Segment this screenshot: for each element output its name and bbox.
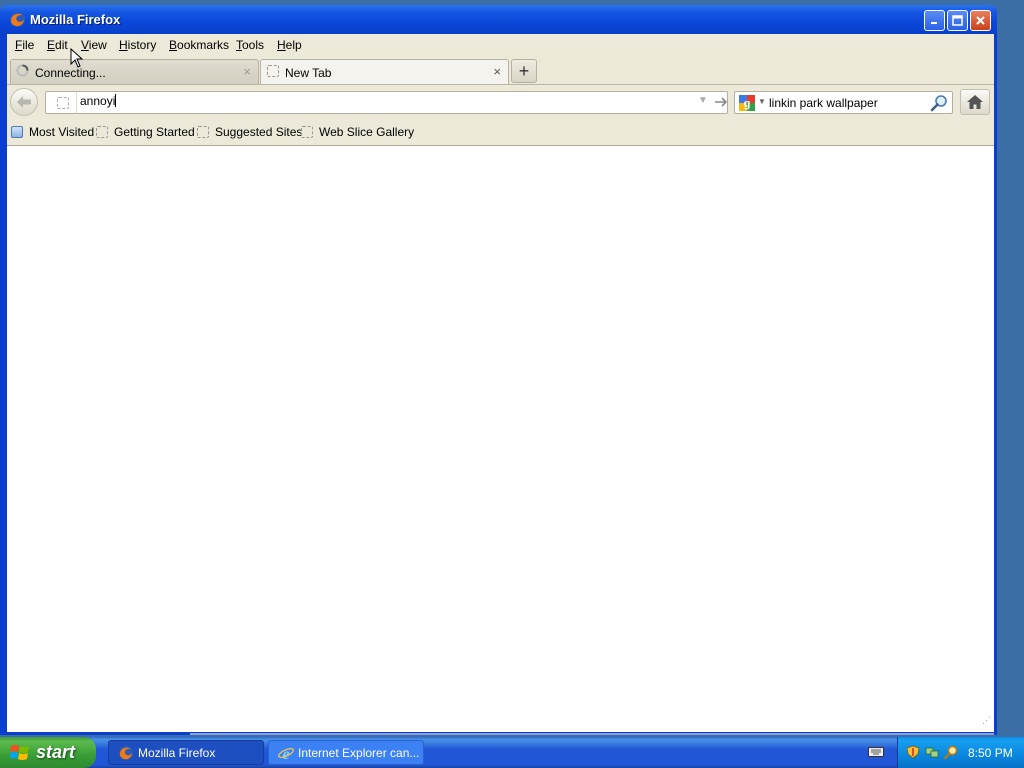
- system-tray: 8:50 PM: [897, 737, 1024, 768]
- url-input[interactable]: annoyi: [80, 94, 660, 111]
- bookmark-label: Getting Started: [114, 125, 195, 139]
- taskbar-item-label: Mozilla Firefox: [138, 745, 216, 760]
- browser-client-area: File Edit View History Bookmarks Tools H…: [7, 34, 994, 732]
- site-identity-button[interactable]: [50, 92, 77, 113]
- tab-label: Connecting...: [35, 66, 106, 80]
- tab-label: New Tab: [285, 66, 332, 80]
- menu-edit[interactable]: Edit: [47, 38, 68, 52]
- bookmarks-toolbar: Most Visited Getting Started Suggested S…: [7, 119, 994, 146]
- close-window-button[interactable]: [970, 10, 991, 31]
- menu-bar: File Edit View History Bookmarks Tools H…: [7, 34, 994, 56]
- bookmark-label: Suggested Sites: [215, 125, 303, 139]
- url-bar[interactable]: annoyi ▼: [45, 91, 728, 114]
- window-title: Mozilla Firefox: [30, 12, 121, 27]
- blank-page-icon: [96, 126, 108, 138]
- start-label: start: [36, 742, 76, 762]
- close-icon: [976, 16, 985, 25]
- horizontal-scroll-indicator: [190, 733, 994, 735]
- navigation-toolbar: annoyi ▼ g ▼ linkin park wallpaper: [7, 85, 994, 119]
- firefox-icon: [119, 745, 133, 760]
- bookmark-getting-started[interactable]: Getting Started: [96, 125, 195, 139]
- taskbar-item-label: Internet Explorer can...: [298, 745, 420, 760]
- back-arrow-icon: [17, 96, 31, 108]
- resize-grip-icon[interactable]: ⋰: [982, 715, 991, 726]
- keyboard-icon[interactable]: [868, 746, 884, 758]
- menu-history[interactable]: History: [119, 38, 156, 52]
- title-bar[interactable]: Mozilla Firefox: [0, 5, 997, 35]
- engine-dropdown-icon[interactable]: ▼: [758, 97, 766, 106]
- tab-close-button[interactable]: ×: [493, 64, 501, 79]
- bookmark-label: Most Visited: [29, 125, 95, 139]
- tab-connecting[interactable]: Connecting... ×: [10, 59, 259, 84]
- network-icon[interactable]: [925, 745, 939, 759]
- maximize-button[interactable]: [947, 10, 968, 31]
- loading-spinner-icon: [16, 64, 29, 77]
- clock: 8:50 PM: [968, 746, 1013, 760]
- site-identity-icon: [57, 96, 69, 109]
- firefox-window: Mozilla Firefox File Edit View History B…: [0, 5, 997, 735]
- minimize-icon: [931, 22, 937, 24]
- search-bar[interactable]: g ▼ linkin park wallpaper: [734, 91, 953, 114]
- new-tab-symbol: +: [518, 60, 530, 81]
- new-tab-button[interactable]: +: [511, 59, 537, 83]
- ie-icon: e: [278, 746, 294, 761]
- shield-icon[interactable]: [906, 745, 920, 759]
- text-caret: [115, 94, 117, 107]
- menu-file[interactable]: File: [15, 38, 34, 52]
- start-button[interactable]: start: [0, 737, 96, 768]
- windows-flag-icon: [10, 744, 29, 760]
- bookmark-web-slice-gallery[interactable]: Web Slice Gallery: [301, 125, 414, 139]
- home-icon: [967, 95, 983, 109]
- maximize-icon: [952, 15, 963, 26]
- magnifier-icon[interactable]: [930, 94, 948, 112]
- blank-page-icon: [197, 126, 209, 138]
- go-arrow-icon[interactable]: [714, 96, 728, 108]
- google-icon[interactable]: g: [739, 95, 755, 111]
- back-button[interactable]: [10, 88, 38, 116]
- menu-tools[interactable]: Tools: [236, 38, 264, 52]
- menu-help[interactable]: Help: [277, 38, 302, 52]
- search-tray-icon[interactable]: [944, 745, 958, 759]
- tab-new-tab[interactable]: New Tab ×: [260, 59, 509, 84]
- taskbar: start Mozilla Firefox e Internet Explore…: [0, 737, 1024, 768]
- blank-page-icon: [301, 126, 313, 138]
- tab-strip: Connecting... × New Tab × +: [7, 56, 994, 85]
- page-content[interactable]: [7, 146, 994, 732]
- dropdown-arrow-icon[interactable]: ▼: [698, 95, 708, 106]
- bookmark-label: Web Slice Gallery: [319, 125, 415, 139]
- firefox-icon: [10, 12, 25, 27]
- url-text: annoyi: [80, 94, 116, 108]
- menu-view[interactable]: View: [81, 38, 107, 52]
- menu-bookmarks[interactable]: Bookmarks: [169, 38, 229, 52]
- bookmark-most-visited[interactable]: Most Visited: [11, 125, 94, 139]
- blank-page-icon: [267, 65, 279, 77]
- search-input[interactable]: linkin park wallpaper: [769, 96, 878, 110]
- tab-close-button[interactable]: ×: [243, 64, 251, 79]
- home-button[interactable]: [960, 89, 990, 115]
- svg-text:g: g: [744, 98, 751, 110]
- taskbar-item-firefox[interactable]: Mozilla Firefox: [108, 740, 264, 765]
- most-visited-icon: [11, 126, 23, 138]
- bookmark-suggested-sites[interactable]: Suggested Sites: [197, 125, 302, 139]
- minimize-button[interactable]: [924, 10, 945, 31]
- taskbar-item-internet-explorer[interactable]: e Internet Explorer can...: [268, 740, 424, 765]
- mouse-pointer-icon: [70, 48, 84, 68]
